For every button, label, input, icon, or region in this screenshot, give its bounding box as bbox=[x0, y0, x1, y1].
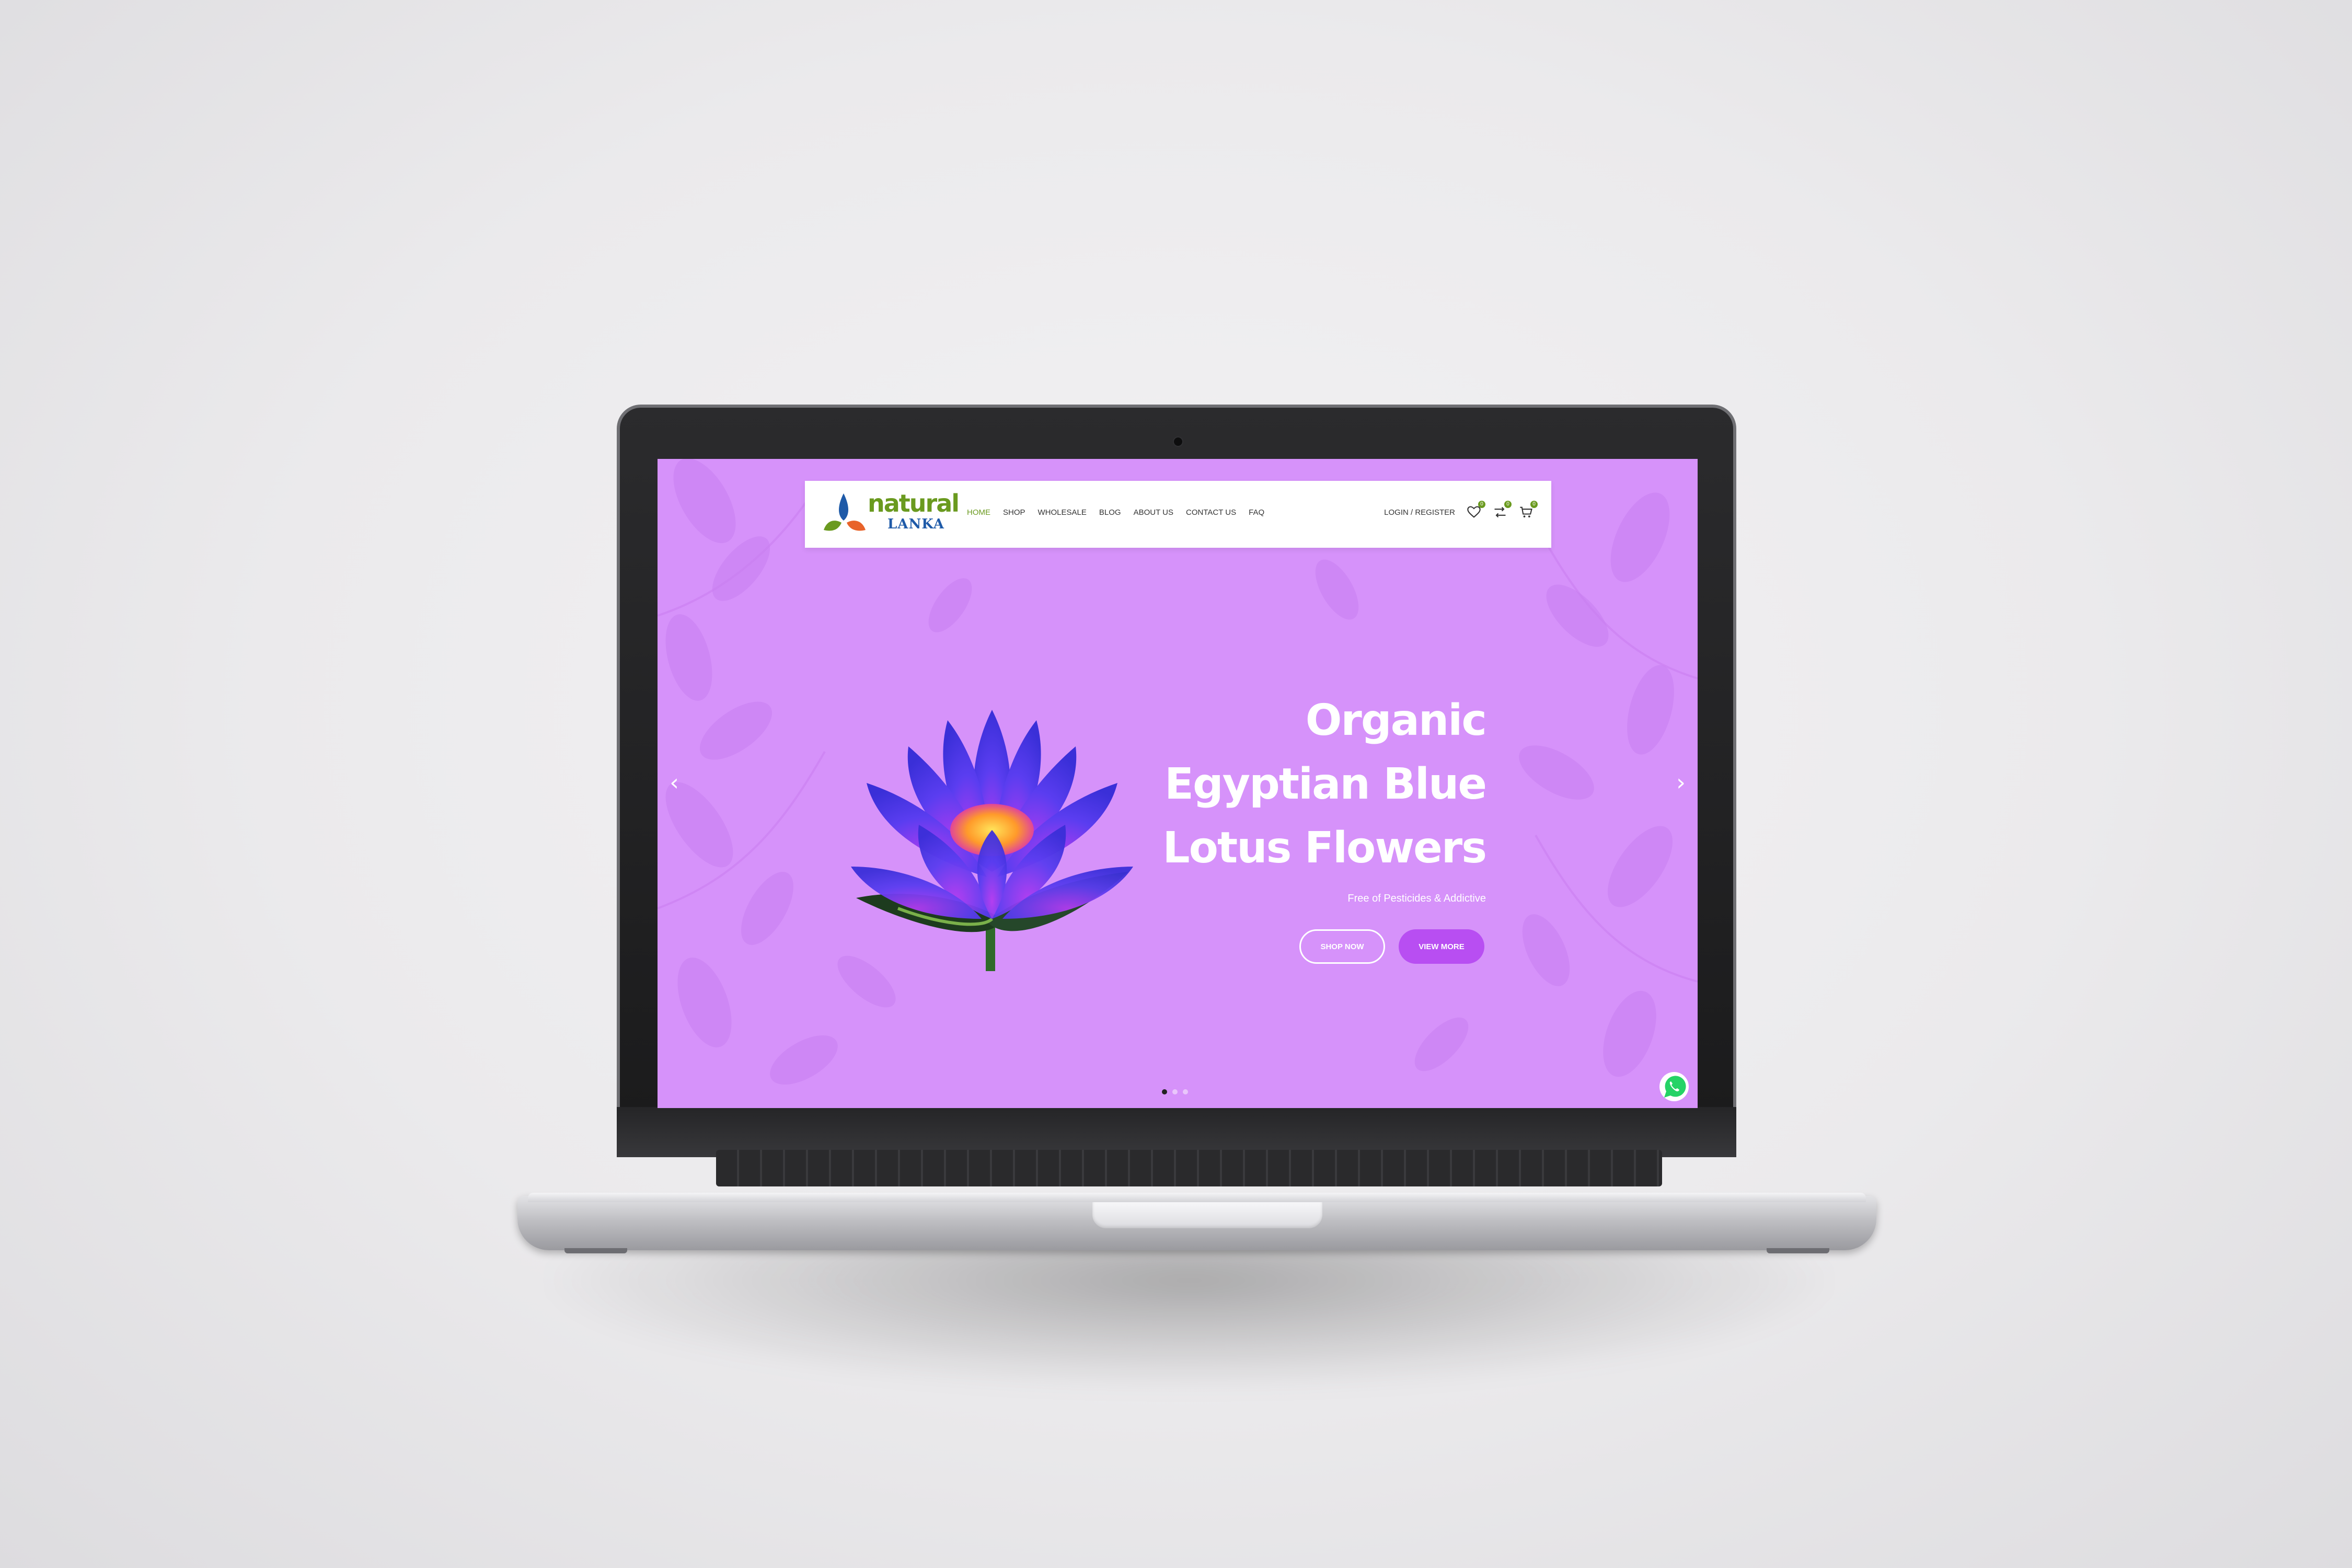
logo-word-lanka: LANKA bbox=[887, 516, 944, 532]
laptop-foot-left bbox=[564, 1248, 627, 1253]
login-register-link[interactable]: LOGIN / REGISTER bbox=[1384, 508, 1455, 517]
nav-item-faq[interactable]: FAQ bbox=[1249, 508, 1264, 517]
compare-count-badge: 0 bbox=[1504, 501, 1512, 508]
brand-logo[interactable]: natural LANKA bbox=[823, 488, 960, 540]
hero-title-line: Lotus Flowers bbox=[1162, 823, 1487, 873]
laptop-screen: natural LANKA HOME SHOP WHOLESALE BLOG A… bbox=[658, 459, 1698, 1108]
nav-item-shop[interactable]: SHOP bbox=[1003, 508, 1025, 517]
nav-item-blog[interactable]: BLOG bbox=[1099, 508, 1121, 517]
laptop-base-top bbox=[528, 1193, 1866, 1202]
slider-dot[interactable] bbox=[1162, 1089, 1167, 1094]
wishlist-button[interactable]: 0 bbox=[1467, 501, 1485, 520]
logo-leaves-icon bbox=[824, 493, 866, 531]
laptop-opening-notch bbox=[1092, 1202, 1322, 1228]
nav-item-contact-us[interactable]: CONTACT US bbox=[1186, 508, 1236, 517]
webcam bbox=[1173, 436, 1183, 447]
laptop-foot-right bbox=[1767, 1248, 1829, 1253]
header-actions: LOGIN / REGISTER 0 0 0 bbox=[1384, 501, 1538, 520]
nav-item-home[interactable]: HOME bbox=[967, 508, 990, 517]
main-navigation: HOME SHOP WHOLESALE BLOG ABOUT US CONTAC… bbox=[967, 508, 1264, 517]
site-header: natural LANKA HOME SHOP WHOLESALE BLOG A… bbox=[805, 481, 1551, 548]
nav-item-about-us[interactable]: ABOUT US bbox=[1134, 508, 1173, 517]
slider-pagination bbox=[1162, 1089, 1188, 1094]
logo-word-natural: natural bbox=[868, 489, 960, 517]
lotus-flower-image bbox=[851, 710, 1133, 971]
wishlist-count-badge: 0 bbox=[1478, 501, 1485, 508]
hero-subtitle: Free of Pesticides & Addictive bbox=[1347, 893, 1486, 904]
nav-item-wholesale[interactable]: WHOLESALE bbox=[1038, 508, 1087, 517]
slider-next-arrow-icon[interactable]: › bbox=[1670, 767, 1691, 799]
hero-title-line: Organic bbox=[1305, 696, 1487, 745]
shop-now-button[interactable]: SHOP NOW bbox=[1299, 929, 1385, 964]
slider-dot[interactable] bbox=[1183, 1089, 1188, 1094]
compare-button[interactable]: 0 bbox=[1493, 501, 1512, 520]
hero-title-line: Egyptian Blue bbox=[1164, 759, 1487, 809]
whatsapp-icon[interactable] bbox=[1658, 1070, 1690, 1103]
laptop-shadow bbox=[549, 1233, 1829, 1390]
cart-button[interactable]: 0 bbox=[1519, 501, 1538, 520]
view-more-button[interactable]: VIEW MORE bbox=[1399, 929, 1484, 964]
slider-dot[interactable] bbox=[1172, 1089, 1178, 1094]
keyboard-edge bbox=[716, 1150, 1662, 1186]
slider-prev-arrow-icon[interactable]: ‹ bbox=[664, 767, 685, 799]
cart-count-badge: 0 bbox=[1530, 501, 1538, 508]
hero-title: Organic Egyptian Blue Lotus Flowers bbox=[1162, 689, 1487, 880]
